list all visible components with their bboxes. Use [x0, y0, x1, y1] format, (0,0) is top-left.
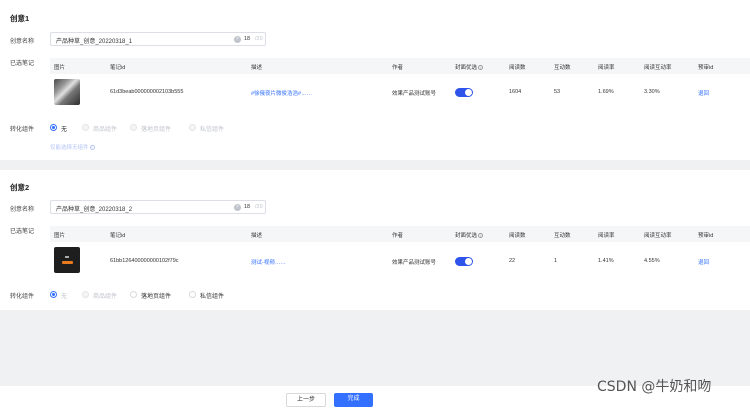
- radio-product[interactable]: [82, 291, 89, 298]
- note-author: 效果产品测试账号: [392, 260, 437, 266]
- toggle-knob: [465, 258, 472, 265]
- note-thumbnail: [54, 247, 80, 273]
- toggle-knob: [465, 89, 472, 96]
- note-read-interact-rate: 3.30%: [644, 89, 660, 95]
- col-header-cover-text: 封面优选: [455, 233, 478, 239]
- radio-label-product: 商品组件: [93, 127, 118, 133]
- note-id: 61d3beab000000002103b555: [110, 89, 184, 95]
- creative-name-value: 产品种草_创意_20220318_2: [56, 207, 133, 213]
- col-header-reads: 阅读数: [509, 65, 526, 71]
- col-header-description: 描述: [251, 65, 263, 71]
- creative-name-label: 创意名称: [10, 39, 35, 45]
- info-icon[interactable]: i: [478, 65, 484, 71]
- note-description[interactable]: 测试-视频……: [251, 258, 286, 266]
- clear-icon[interactable]: ×: [234, 36, 241, 43]
- col-header-image: 图片: [54, 233, 66, 239]
- col-header-cover: 封面优选 i: [455, 231, 484, 239]
- col-header-read-interact-rate: 阅读互动率: [644, 65, 672, 71]
- conversion-label: 转化组件: [10, 127, 35, 133]
- conversion-hint: 仅能选择无组件 i: [50, 143, 95, 151]
- radio-label-product: 商品组件: [93, 294, 118, 300]
- note-author: 效果产品测试账号: [392, 91, 437, 97]
- creative-card-2: 创意2 创意名称 产品种草_创意_20220318_2 × 18 /20 已选笔…: [0, 170, 750, 310]
- col-header-reads: 阅读数: [509, 233, 526, 239]
- thumbnail-detail: [62, 261, 73, 264]
- note-thumbnail: [54, 79, 80, 105]
- note-id: 61bb126400000000102f79c: [110, 258, 179, 264]
- selected-notes-label: 已选笔记: [10, 61, 35, 67]
- return-link[interactable]: 退回: [698, 258, 709, 266]
- radio-label-landing: 落地页组件: [141, 127, 172, 133]
- creative-name-label: 创意名称: [10, 207, 35, 213]
- col-header-cover-text: 封面优选: [455, 65, 478, 71]
- note-read-rate: 1.69%: [598, 89, 614, 95]
- info-icon[interactable]: i: [478, 233, 484, 239]
- creative-name-value: 产品种草_创意_20220318_1: [56, 39, 133, 45]
- note-read-rate: 1.41%: [598, 258, 614, 264]
- return-link[interactable]: 退回: [698, 89, 709, 97]
- conversion-hint-text: 仅能选择无组件: [50, 145, 89, 151]
- radio-landing[interactable]: [130, 124, 137, 131]
- clear-icon[interactable]: ×: [234, 204, 241, 211]
- char-count: 18: [244, 204, 251, 210]
- col-header-description: 描述: [251, 233, 263, 239]
- conversion-label: 转化组件: [10, 294, 35, 300]
- note-interactions: 1: [554, 258, 558, 264]
- char-max: /20: [255, 36, 263, 42]
- col-header-review-id: 预审id: [698, 233, 714, 239]
- creative-name-input[interactable]: 产品种草_创意_20220318_2 × 18 /20: [50, 200, 266, 214]
- col-header-read-interact-rate: 阅读互动率: [644, 233, 672, 239]
- done-button[interactable]: 完成: [334, 393, 373, 407]
- creative-name-input[interactable]: 产品种草_创意_20220318_1 × 18 /20: [50, 32, 266, 46]
- radio-label-message: 私信组件: [200, 294, 225, 300]
- radio-label-none: 无: [61, 127, 68, 133]
- creative-title: 创意2: [10, 183, 30, 192]
- radio-landing[interactable]: [130, 291, 137, 298]
- table-header: 图片 笔记id 描述 作者 封面优选 i 阅读数 互动数 阅读率 阅读互动率 预审…: [50, 226, 750, 242]
- thumbnail-detail: [65, 256, 69, 258]
- char-count: 18: [244, 36, 251, 42]
- table-header: 图片 笔记id 描述 作者 封面优选 i 阅读数 互动数 阅读率 阅读互动率 预审…: [50, 58, 750, 74]
- col-header-cover: 封面优选 i: [455, 63, 484, 71]
- cover-optimize-toggle[interactable]: [455, 88, 473, 97]
- col-header-author: 作者: [392, 233, 404, 239]
- col-header-image: 图片: [54, 65, 66, 71]
- col-header-read-rate: 阅读率: [598, 65, 615, 71]
- char-max: /20: [255, 204, 263, 210]
- note-description[interactable]: #徐俄夜片微俊浩浩#……: [251, 89, 312, 97]
- creative-card-1: 创意1 创意名称 产品种草_创意_20220318_1 × 18 /20 已选笔…: [0, 0, 750, 160]
- radio-label-none: 无: [61, 294, 68, 300]
- radio-none[interactable]: [50, 124, 57, 131]
- radio-label-landing: 落地页组件: [141, 294, 172, 300]
- csdn-watermark: CSDN @牛奶和吻: [597, 379, 712, 395]
- radio-product[interactable]: [82, 124, 89, 131]
- radio-label-message: 私信组件: [200, 127, 225, 133]
- col-header-note-id: 笔记id: [110, 65, 126, 71]
- prev-step-button[interactable]: 上一步: [286, 393, 326, 407]
- radio-message[interactable]: [189, 291, 196, 298]
- note-reads: 22: [509, 258, 516, 264]
- cover-optimize-toggle[interactable]: [455, 257, 473, 266]
- note-reads: 1604: [509, 89, 522, 95]
- note-interactions: 53: [554, 89, 561, 95]
- info-icon[interactable]: i: [89, 145, 95, 151]
- col-header-review-id: 预审id: [698, 65, 714, 71]
- col-header-interactions: 互动数: [554, 233, 571, 239]
- selected-notes-label: 已选笔记: [10, 229, 35, 235]
- creative-title: 创意1: [10, 14, 30, 23]
- note-read-interact-rate: 4.55%: [644, 258, 660, 264]
- col-header-interactions: 互动数: [554, 65, 571, 71]
- col-header-author: 作者: [392, 65, 404, 71]
- radio-none[interactable]: [50, 291, 57, 298]
- radio-message[interactable]: [189, 124, 196, 131]
- col-header-note-id: 笔记id: [110, 233, 126, 239]
- col-header-read-rate: 阅读率: [598, 233, 615, 239]
